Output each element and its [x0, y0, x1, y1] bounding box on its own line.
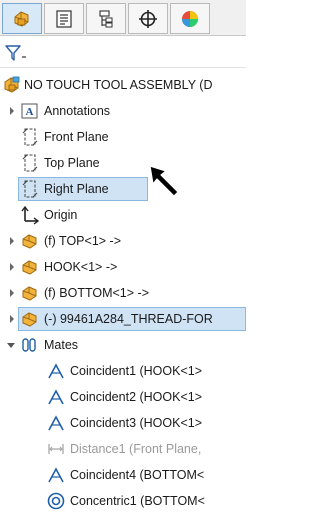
cursor-arrow-icon [149, 165, 179, 197]
display-manager-tab[interactable] [170, 3, 210, 34]
dimxpert-tab[interactable] [128, 3, 168, 34]
plane-icon [22, 180, 38, 198]
configuration-manager-tab[interactable] [86, 3, 126, 34]
tree-item-mate-distance1[interactable]: Distance1 (Front Plane, [0, 436, 246, 462]
plane-icon [22, 128, 38, 146]
coincident-mate-icon [48, 363, 64, 379]
tree-item-label: Right Plane [44, 182, 109, 196]
expand-arrow-icon[interactable] [7, 288, 17, 298]
tree-item-label: HOOK<1> -> [44, 260, 118, 274]
tree-item-label: Concentric1 (BOTTOM< [70, 494, 205, 508]
mates-folder-icon [22, 338, 36, 352]
annotations-icon: A [21, 103, 38, 119]
tree-root[interactable]: NO TOUCH TOOL ASSEMBLY (D [0, 72, 246, 98]
collapse-arrow-icon[interactable] [6, 340, 16, 350]
tree-item-label: Front Plane [44, 130, 109, 144]
tree-item-label: Annotations [44, 104, 111, 118]
tree-item-top-plane[interactable]: Top Plane [0, 150, 246, 176]
origin-icon [21, 205, 40, 225]
tree-item-mate-coincident2[interactable]: Coincident2 (HOOK<1> [0, 384, 246, 410]
tree-item-mate-coincident4[interactable]: Coincident4 (BOTTOM< [0, 462, 246, 488]
tree-item-mates[interactable]: Mates [0, 332, 246, 358]
coincident-mate-icon [48, 467, 64, 483]
tree-item-label: Coincident3 (HOOK<1> [70, 416, 203, 430]
tree-item-front-plane[interactable]: Front Plane [0, 124, 246, 150]
filter-row [0, 38, 246, 68]
tree-item-label: Distance1 (Front Plane, [70, 442, 202, 456]
tree-item-label: Top Plane [44, 156, 100, 170]
dimxpert-icon [139, 9, 157, 28]
tree-item-top-part[interactable]: (f) TOP<1> -> [0, 228, 246, 254]
tree-item-origin[interactable]: Origin [0, 202, 246, 228]
coincident-mate-icon [48, 389, 64, 405]
part-icon [22, 312, 37, 327]
tree-item-mate-coincident1[interactable]: Coincident1 (HOOK<1> [0, 358, 246, 384]
expand-arrow-icon[interactable] [7, 314, 17, 324]
property-manager-tab[interactable] [44, 3, 84, 34]
expand-arrow-icon[interactable] [7, 106, 17, 116]
feature-manager-tab[interactable] [2, 3, 42, 34]
tree-item-annotations[interactable]: A Annotations [0, 98, 246, 124]
tree-item-label: Coincident1 (HOOK<1> [70, 364, 203, 378]
tree-item-label: (f) TOP<1> -> [44, 234, 122, 248]
tree-item-label: (-) 99461A284_THREAD-FOR [44, 312, 213, 326]
tree-item-label: Origin [44, 208, 78, 222]
configuration-manager-icon [99, 9, 113, 27]
assembly-icon [4, 76, 20, 93]
concentric-mate-icon [47, 492, 65, 510]
feature-manager-tabs [0, 0, 246, 36]
tree-item-label: (f) BOTTOM<1> -> [44, 286, 149, 300]
part-icon [22, 286, 37, 301]
tree-item-label: Coincident4 (BOTTOM< [70, 468, 205, 482]
expand-arrow-icon[interactable] [7, 262, 17, 272]
part-icon [22, 260, 37, 275]
part-icon [22, 234, 37, 249]
tree-item-right-plane[interactable]: Right Plane [0, 176, 246, 202]
distance-mate-icon [48, 444, 64, 454]
expand-arrow-icon[interactable] [7, 236, 17, 246]
plane-icon [22, 154, 38, 172]
tree-item-mate-coincident3[interactable]: Coincident3 (HOOK<1> [0, 410, 246, 436]
tree-item-mate-concentric1[interactable]: Concentric1 (BOTTOM< [0, 488, 246, 514]
tree-item-bottom-part[interactable]: (f) BOTTOM<1> -> [0, 280, 246, 306]
tree-item-label: Coincident2 (HOOK<1> [70, 390, 203, 404]
tree-item-thread-part[interactable]: (-) 99461A284_THREAD-FOR [0, 306, 246, 332]
property-manager-icon [56, 9, 72, 28]
svg-text:A: A [26, 106, 34, 118]
tree-item-hook-part[interactable]: HOOK<1> -> [0, 254, 246, 280]
tree-root-label: NO TOUCH TOOL ASSEMBLY (D [24, 78, 213, 92]
tree-item-label: Mates [44, 338, 79, 352]
display-manager-icon [182, 10, 198, 27]
filter-icon[interactable] [4, 44, 30, 64]
assembly-tab-icon [14, 10, 29, 27]
coincident-mate-icon [48, 415, 64, 431]
